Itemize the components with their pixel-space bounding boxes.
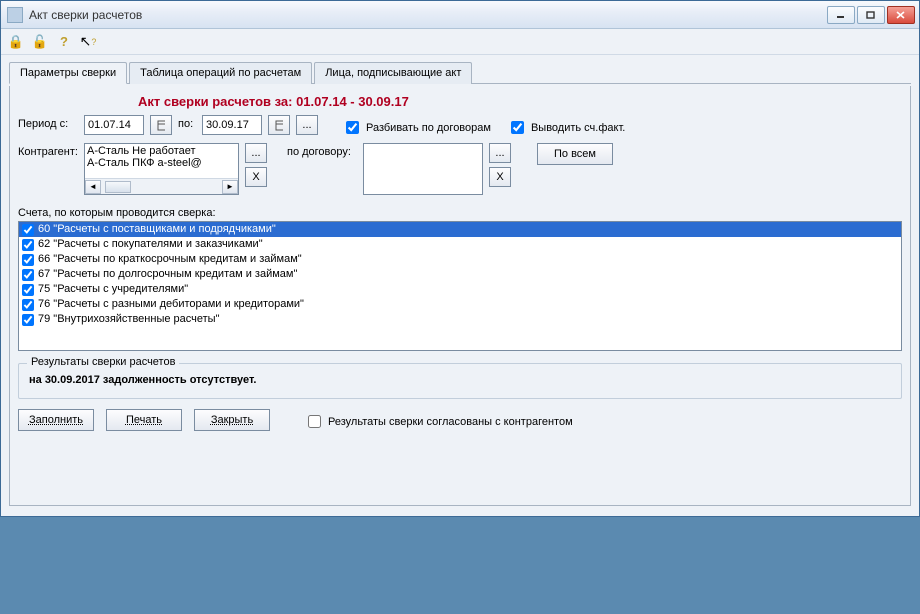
period-to-input[interactable] — [202, 115, 262, 135]
cursor-help-icon[interactable]: ↖? — [79, 33, 97, 51]
contragent-select-button[interactable]: ... — [245, 143, 267, 163]
contragent-list[interactable]: А-Сталь Не работает А-Сталь ПКФ a-steel@… — [84, 143, 239, 195]
scroll-thumb[interactable] — [105, 181, 131, 193]
account-label: 75 "Расчеты с учредителями" — [38, 282, 188, 297]
results-legend: Результаты сверки расчетов — [27, 356, 179, 368]
contragent-item[interactable]: А-Сталь Не работает — [87, 145, 236, 157]
account-row[interactable]: 76 "Расчеты с разными дебиторами и креди… — [19, 297, 901, 312]
agreed-checkbox[interactable] — [308, 415, 321, 428]
document-title: Акт сверки расчетов за: 01.07.14 - 30.09… — [18, 92, 902, 115]
contragent-clear-button[interactable]: X — [245, 167, 267, 187]
tab-page: Акт сверки расчетов за: 01.07.14 - 30.09… — [9, 86, 911, 506]
calendar-from-button[interactable] — [150, 115, 172, 135]
account-label: 67 "Расчеты по долгосрочным кредитам и з… — [38, 267, 297, 282]
app-icon — [7, 7, 23, 23]
account-label: 79 "Внутрихозяйственные расчеты" — [38, 312, 219, 327]
account-label: 62 "Расчеты с покупателями и заказчиками… — [38, 237, 263, 252]
calendar-to-button[interactable] — [268, 115, 290, 135]
account-row[interactable]: 79 "Внутрихозяйственные расчеты" — [19, 312, 901, 327]
accounts-fieldset: Счета, по которым проводится сверка: 60 … — [18, 207, 902, 351]
toolbar: 🔒 🔓 ? ↖? — [1, 29, 919, 55]
account-label: 60 "Расчеты с поставщиками и подрядчикам… — [38, 222, 276, 237]
period-from-input[interactable] — [84, 115, 144, 135]
window-title: Акт сверки расчетов — [29, 8, 827, 22]
account-row[interactable]: 66 "Расчеты по краткосрочным кредитам и … — [19, 252, 901, 267]
calendar-icon — [275, 119, 283, 131]
app-window: Акт сверки расчетов 🔒 🔓 ? ↖? Параметры с… — [0, 0, 920, 517]
tab-operations[interactable]: Таблица операций по расчетам — [129, 62, 312, 84]
results-fieldset: Результаты сверки расчетов на 30.09.2017… — [18, 363, 902, 399]
lock-gear-icon[interactable]: 🔓 — [31, 33, 49, 51]
show-invoice-checkbox[interactable] — [511, 121, 524, 134]
show-invoice-label: Выводить сч.факт. — [531, 122, 625, 134]
titlebar: Акт сверки расчетов — [1, 1, 919, 29]
contragent-item[interactable]: А-Сталь ПКФ a-steel@ — [87, 157, 236, 169]
account-checkbox[interactable] — [22, 224, 34, 236]
period-from-label: Период с: — [18, 115, 78, 130]
close-form-button[interactable]: Закрыть — [194, 409, 270, 431]
window-controls — [827, 6, 915, 24]
all-contracts-button[interactable]: По всем — [537, 143, 613, 165]
account-row[interactable]: 75 "Расчеты с учредителями" — [19, 282, 901, 297]
minimize-button[interactable] — [827, 6, 855, 24]
close-button[interactable] — [887, 6, 915, 24]
contragent-label: Контрагент: — [18, 143, 78, 158]
split-contracts-checkbox[interactable] — [346, 121, 359, 134]
contragent-row: Контрагент: А-Сталь Не работает А-Сталь … — [18, 143, 902, 195]
account-checkbox[interactable] — [22, 299, 34, 311]
agreed-checkbox-wrap[interactable]: Результаты сверки согласованы с контраге… — [304, 409, 573, 431]
content-area: Параметры сверки Таблица операций по рас… — [1, 55, 919, 516]
split-contracts-label: Разбивать по договорам — [366, 122, 491, 134]
account-label: 76 "Расчеты с разными дебиторами и креди… — [38, 297, 304, 312]
fill-button[interactable]: Заполнить — [18, 409, 94, 431]
account-row[interactable]: 60 "Расчеты с поставщиками и подрядчикам… — [19, 222, 901, 237]
calendar-icon — [157, 119, 165, 131]
tab-signers[interactable]: Лица, подписывающие акт — [314, 62, 472, 84]
account-checkbox[interactable] — [22, 269, 34, 281]
contract-select-button[interactable]: ... — [489, 143, 511, 163]
accounts-list[interactable]: 60 "Расчеты с поставщиками и подрядчикам… — [18, 221, 902, 351]
results-text: на 30.09.2017 задолженность отсутствует. — [25, 368, 895, 392]
tabs: Параметры сверки Таблица операций по рас… — [9, 61, 911, 84]
tab-parameters[interactable]: Параметры сверки — [9, 62, 127, 84]
close-icon — [896, 11, 906, 19]
period-to-label: по: — [178, 115, 196, 130]
agreed-label: Результаты сверки согласованы с контраге… — [328, 416, 573, 428]
account-checkbox[interactable] — [22, 284, 34, 296]
period-select-button[interactable]: ... — [296, 115, 318, 135]
account-row[interactable]: 62 "Расчеты с покупателями и заказчиками… — [19, 237, 901, 252]
accounts-legend: Счета, по которым проводится сверка: — [18, 207, 902, 219]
maximize-icon — [866, 11, 876, 19]
period-row: Период с: по: ... Разбивать по договорам — [18, 115, 902, 137]
account-checkbox[interactable] — [22, 239, 34, 251]
scroll-left-icon[interactable]: ◄ — [85, 180, 101, 194]
horizontal-scrollbar[interactable]: ◄ ► — [85, 178, 238, 194]
account-label: 66 "Расчеты по краткосрочным кредитам и … — [38, 252, 302, 267]
account-row[interactable]: 67 "Расчеты по долгосрочным кредитам и з… — [19, 267, 901, 282]
help-icon[interactable]: ? — [55, 33, 73, 51]
account-checkbox[interactable] — [22, 254, 34, 266]
contract-clear-button[interactable]: X — [489, 167, 511, 187]
button-row: Заполнить Печать Закрыть Результаты свер… — [18, 409, 902, 431]
account-checkbox[interactable] — [22, 314, 34, 326]
show-invoice-checkbox-wrap[interactable]: Выводить сч.факт. — [507, 115, 625, 137]
split-contracts-checkbox-wrap[interactable]: Разбивать по договорам — [342, 115, 491, 137]
scroll-right-icon[interactable]: ► — [222, 180, 238, 194]
contract-list[interactable] — [363, 143, 483, 195]
lock-icon[interactable]: 🔒 — [7, 33, 25, 51]
contract-label: по договору: — [287, 143, 357, 158]
minimize-icon — [836, 11, 846, 19]
maximize-button[interactable] — [857, 6, 885, 24]
print-button[interactable]: Печать — [106, 409, 182, 431]
